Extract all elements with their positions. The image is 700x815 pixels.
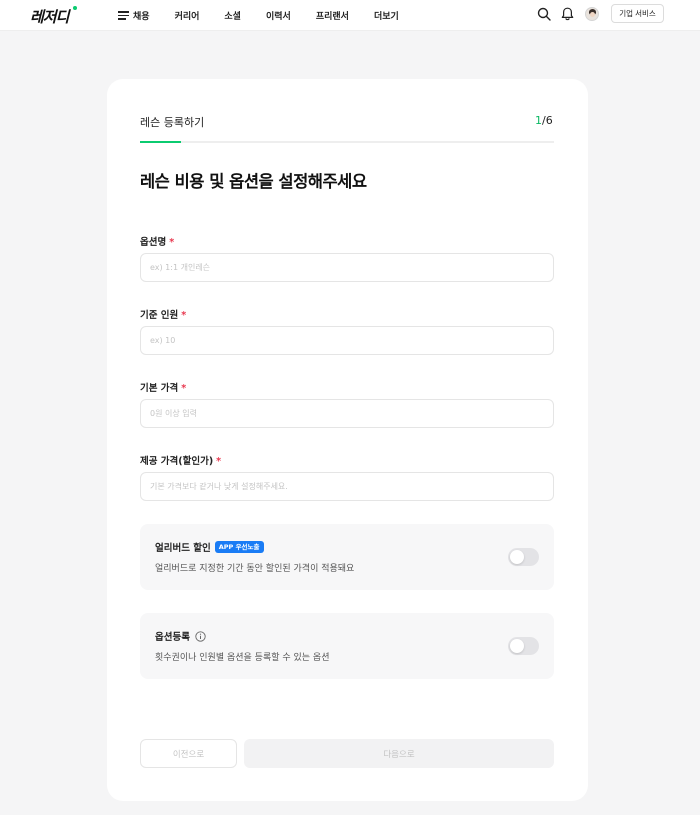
- option-register-toggle[interactable]: [508, 637, 539, 655]
- nav-more[interactable]: 더보기: [374, 9, 399, 22]
- option-register-box: 옵션등록 횟수권이나 인원별 옵션을 등록할 수 있는 옵션: [140, 613, 554, 679]
- option-register-description: 횟수권이나 인원별 옵션을 등록할 수 있는 옵션: [155, 653, 330, 663]
- offer-price-input[interactable]: [141, 473, 553, 500]
- option-name-label-text: 옵션명: [140, 237, 167, 248]
- card-title: 레슨 등록하기: [140, 116, 205, 129]
- previous-button[interactable]: 이전으로: [140, 739, 237, 768]
- bell-icon[interactable]: [561, 7, 574, 21]
- progress-fill: [140, 141, 182, 143]
- progress-bar: [140, 141, 554, 143]
- required-mark: *: [169, 237, 175, 248]
- next-button[interactable]: 다음으로: [244, 739, 554, 768]
- base-people-label-text: 기준 인원: [140, 310, 179, 321]
- offer-price-field: [140, 472, 554, 501]
- search-icon[interactable]: [537, 7, 551, 21]
- menu-icon[interactable]: [118, 11, 129, 20]
- corporate-service-button[interactable]: 기업 서비스: [611, 4, 664, 23]
- app-priority-badge: APP 우선노출: [214, 541, 264, 553]
- nav-social[interactable]: 소셜: [224, 9, 241, 22]
- early-bird-title: 얼리버드 할인 APP 우선노출: [155, 540, 264, 554]
- nav-career[interactable]: 커리어: [175, 9, 200, 22]
- required-mark: *: [181, 383, 187, 394]
- step-total: /6: [542, 114, 553, 127]
- base-price-field: [140, 399, 554, 428]
- logo[interactable]: 레저디: [30, 6, 69, 27]
- top-navigation-bar: 레저디 채용 커리어 소셜 이력서 프리랜서 더보기 기업 서비스: [0, 0, 700, 31]
- page-heading: 레슨 비용 및 옵션을 설정해주세요: [140, 172, 367, 191]
- option-name-field: [140, 253, 554, 282]
- toggle-knob: [510, 639, 524, 653]
- base-people-field: [140, 326, 554, 355]
- option-register-title-text: 옵션등록: [155, 632, 190, 643]
- main-nav: 채용 커리어 소셜 이력서 프리랜서 더보기: [118, 0, 399, 31]
- toggle-knob: [510, 550, 524, 564]
- step-current: 1: [535, 114, 542, 127]
- step-indicator: 1/6: [535, 114, 553, 127]
- option-name-input[interactable]: [141, 254, 553, 281]
- info-icon[interactable]: [195, 630, 206, 642]
- early-bird-title-text: 얼리버드 할인: [155, 543, 211, 554]
- base-price-input[interactable]: [141, 400, 553, 427]
- early-bird-box: 얼리버드 할인 APP 우선노출 얼리버드로 지정한 기간 동안 할인된 가격이…: [140, 524, 554, 590]
- offer-price-label: 제공 가격(할인가) *: [140, 453, 221, 467]
- nav-resume[interactable]: 이력서: [266, 9, 291, 22]
- nav-recruit[interactable]: 채용: [133, 9, 150, 22]
- option-name-label: 옵션명 *: [140, 234, 174, 248]
- base-price-label-text: 기본 가격: [140, 383, 179, 394]
- nav-freelancer[interactable]: 프리랜서: [316, 9, 349, 22]
- early-bird-description: 얼리버드로 지정한 기간 동안 할인된 가격이 적용돼요: [155, 564, 355, 574]
- option-register-title: 옵션등록: [155, 629, 206, 643]
- logo-dot: [73, 6, 77, 10]
- base-price-label: 기본 가격 *: [140, 380, 186, 394]
- lesson-register-card: 레슨 등록하기 1/6 레슨 비용 및 옵션을 설정해주세요 옵션명* 기준 인…: [107, 79, 588, 801]
- early-bird-toggle[interactable]: [508, 548, 539, 566]
- required-mark: *: [216, 456, 222, 467]
- offer-price-label-text: 제공 가격(할인가): [140, 456, 214, 467]
- base-people-label: 기준 인원 *: [140, 307, 186, 321]
- base-people-input[interactable]: [141, 327, 553, 354]
- avatar[interactable]: [585, 7, 599, 21]
- required-mark: *: [181, 310, 187, 321]
